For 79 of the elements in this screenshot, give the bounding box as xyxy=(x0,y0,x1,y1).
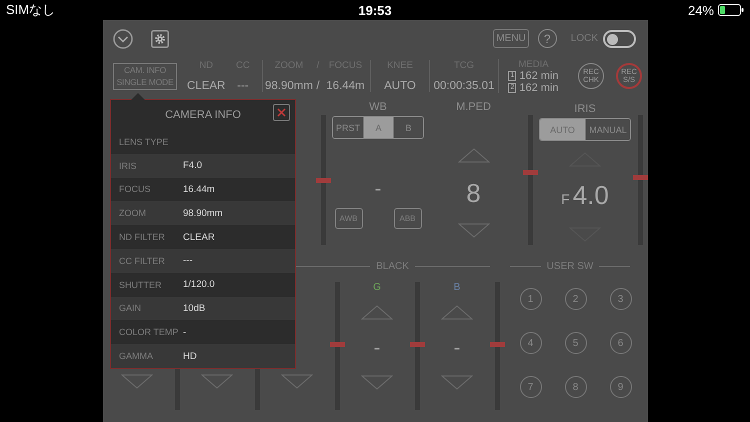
settings-icon[interactable] xyxy=(151,30,169,48)
section-title: M.PED xyxy=(456,100,491,115)
down-arrow-icon[interactable] xyxy=(458,223,490,238)
user-switch-button[interactable]: 1 xyxy=(520,288,542,310)
info-row-label: IRIS xyxy=(118,160,138,171)
section-title: WB xyxy=(369,100,387,115)
user-switch-button[interactable]: 2 xyxy=(564,288,586,310)
slider-thumb[interactable] xyxy=(410,342,424,348)
info-row-value: --- xyxy=(183,255,192,266)
user-switch-button[interactable]: 7 xyxy=(520,376,542,398)
carrier-label: SIMなし xyxy=(6,1,56,19)
user-switch-button[interactable]: 4 xyxy=(520,332,542,354)
wb-value: - xyxy=(374,179,382,199)
popup-title: CAMERA INFO xyxy=(165,109,241,121)
info-row-value: 98.90mm xyxy=(183,208,223,219)
media-remaining: 162 min xyxy=(519,82,559,94)
info-row-label: GAMMA xyxy=(118,351,154,362)
slider-thumb[interactable] xyxy=(522,170,538,175)
menu-button[interactable]: MENU xyxy=(493,29,529,48)
info-row-label: SHUTTER xyxy=(118,280,162,290)
lock-toggle[interactable] xyxy=(603,30,636,48)
user-switch-button[interactable]: 3 xyxy=(610,288,632,310)
info-row-value: F4.0 xyxy=(183,160,202,172)
info-row-label: COLOR TEMP xyxy=(118,327,180,338)
info-value: 00:00:35.01 xyxy=(434,80,494,92)
info-row-value: 16.44m xyxy=(183,184,215,195)
info-row-value: 1/120.0 xyxy=(183,279,215,290)
up-arrow-icon[interactable] xyxy=(441,305,473,320)
up-arrow-icon[interactable] xyxy=(361,305,393,320)
up-arrow-icon[interactable] xyxy=(458,148,490,163)
battery-icon xyxy=(718,4,744,16)
channel-value: - xyxy=(374,338,380,358)
wb-mode-button[interactable]: B xyxy=(393,117,423,138)
info-row-label: LENS TYPE xyxy=(118,136,170,147)
close-button[interactable] xyxy=(273,104,290,121)
section-title: IRIS xyxy=(574,102,596,117)
f-prefix: F xyxy=(561,190,570,209)
chevron-down-icon[interactable] xyxy=(113,28,133,48)
user-switch-button[interactable]: 9 xyxy=(610,376,632,398)
slider-thumb[interactable] xyxy=(490,342,504,348)
info-value: / xyxy=(316,80,320,92)
info-value: CLEAR xyxy=(187,80,226,92)
info-row-value: 10dB xyxy=(183,302,206,314)
info-row-value: CLEAR xyxy=(183,232,215,243)
help-button[interactable]: ? xyxy=(538,29,557,48)
channel-value: - xyxy=(454,338,460,358)
channel-label: G xyxy=(373,281,381,295)
clock: 19:53 xyxy=(358,2,392,18)
info-value: --- xyxy=(237,80,249,92)
info-label: / xyxy=(316,60,320,71)
down-arrow-icon[interactable] xyxy=(201,374,233,389)
battery-percent: 24% xyxy=(688,2,714,18)
down-arrow-icon[interactable] xyxy=(441,375,473,390)
close-icon xyxy=(277,108,286,117)
iris-value: 4.0 xyxy=(572,180,609,210)
slider-thumb[interactable] xyxy=(316,178,330,182)
mped-value: 8 xyxy=(466,178,481,208)
info-row-label: ND FILTER xyxy=(118,232,166,242)
wb-mode-button[interactable]: PRST xyxy=(333,117,363,138)
info-row-label: CC FILTER xyxy=(118,256,166,266)
info-row-value: - xyxy=(183,326,186,338)
media-remaining: 162 min xyxy=(519,70,559,82)
info-row-value: HD xyxy=(183,350,197,362)
down-arrow-icon[interactable] xyxy=(281,374,313,389)
down-arrow-icon[interactable] xyxy=(361,375,393,390)
info-row-label: FOCUS xyxy=(118,184,152,194)
info-value: AUTO xyxy=(384,80,416,92)
iris-mode-button[interactable]: MANUAL xyxy=(585,119,630,140)
slider-thumb[interactable] xyxy=(632,174,648,180)
info-value: 98.90mm xyxy=(265,80,313,92)
channel-label: B xyxy=(454,281,460,295)
info-row-label: ZOOM xyxy=(118,208,147,218)
user-switch-button[interactable]: 8 xyxy=(564,376,586,398)
down-arrow-icon[interactable] xyxy=(121,374,153,389)
info-value: 16.44m xyxy=(326,80,365,92)
slider-thumb[interactable] xyxy=(330,342,344,348)
user-switch-button[interactable]: 5 xyxy=(564,332,586,354)
user-switch-button[interactable]: 6 xyxy=(610,332,632,354)
info-row-label: GAIN xyxy=(118,303,142,314)
